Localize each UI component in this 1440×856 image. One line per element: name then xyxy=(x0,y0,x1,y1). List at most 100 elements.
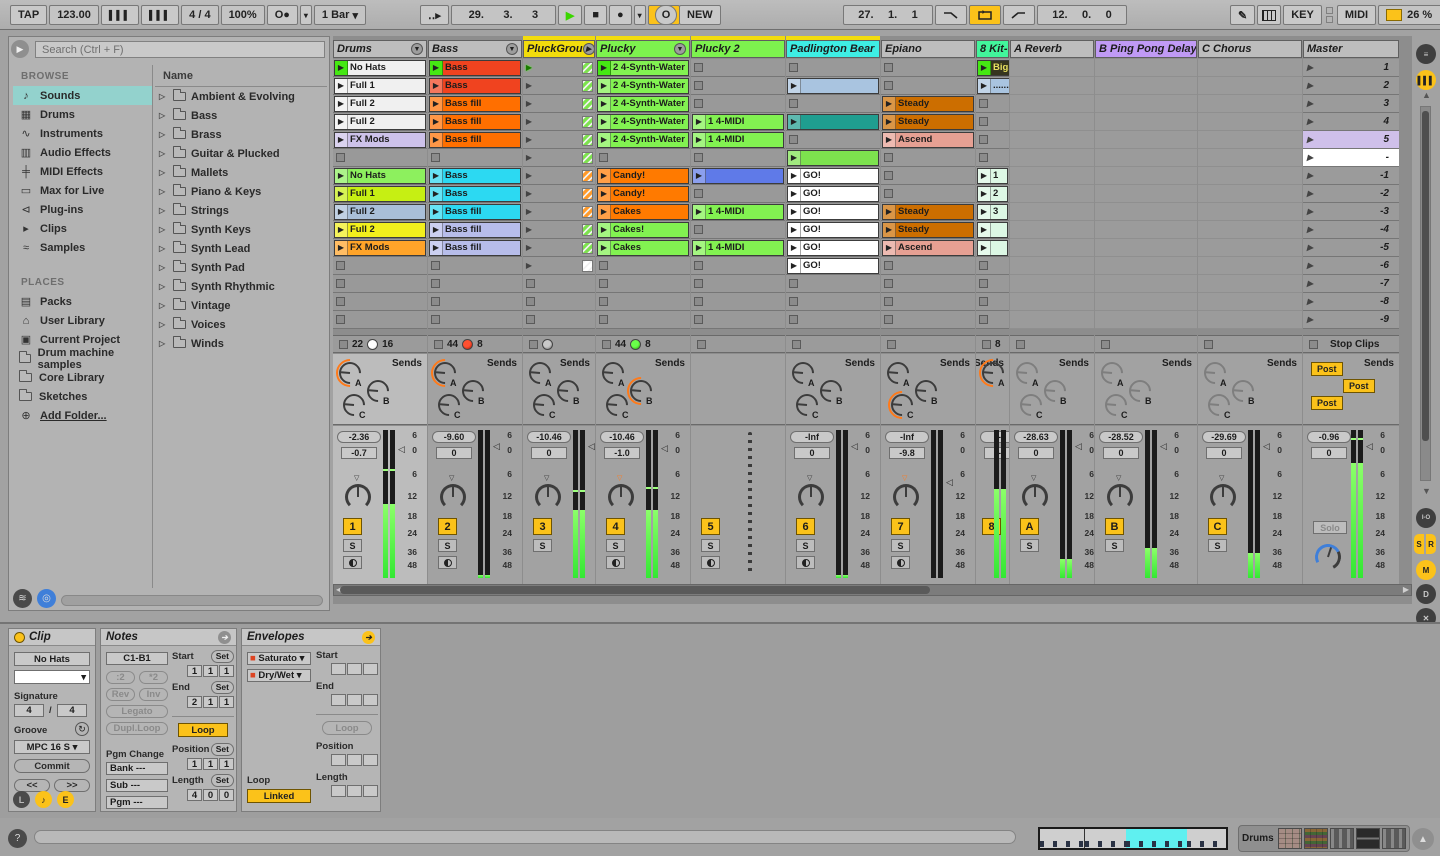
clip-slot[interactable]: ▶ xyxy=(523,203,595,221)
clip-slot[interactable]: ▶Full 2 xyxy=(333,203,427,221)
length-sixteenth[interactable]: 0 xyxy=(219,789,234,801)
clip-slot[interactable] xyxy=(596,293,690,311)
pan-knob[interactable] xyxy=(893,484,919,510)
clip-slot[interactable] xyxy=(976,131,1009,149)
clip-slot[interactable] xyxy=(976,293,1009,311)
scene-launch-icon[interactable]: ▶ xyxy=(1303,279,1317,288)
arm-button[interactable] xyxy=(891,556,910,569)
set-end-button[interactable]: Set xyxy=(211,681,234,694)
clip-slot[interactable] xyxy=(1010,275,1094,293)
stop-all-clips-button[interactable] xyxy=(339,340,348,349)
clip-slot[interactable] xyxy=(1010,113,1094,131)
clip[interactable]: ▶Candy! xyxy=(597,186,689,202)
sidebar-item-sounds[interactable]: ♪Sounds xyxy=(13,86,152,105)
clip-slot[interactable] xyxy=(691,77,785,95)
scene-slot[interactable]: ▶-2 xyxy=(1303,185,1399,203)
clip[interactable]: ▶Steady xyxy=(882,96,974,112)
clip[interactable]: ▶Bass xyxy=(429,78,521,94)
clip-slot[interactable]: ▶Full 2 xyxy=(333,95,427,113)
track-activator[interactable]: 4 xyxy=(606,518,625,535)
group-slot-play-icon[interactable]: ▶ xyxy=(523,171,535,180)
clip-slot[interactable]: ▶1 4-MIDI xyxy=(691,131,785,149)
browser-folder-row[interactable]: ▷Winds xyxy=(155,334,327,353)
arm-button[interactable] xyxy=(343,556,362,569)
follow-button[interactable]: ‥▸ xyxy=(420,5,449,25)
clip-play-icon[interactable]: ▶ xyxy=(598,97,611,111)
clip-slot[interactable] xyxy=(786,293,880,311)
clip-stop-button[interactable] xyxy=(884,81,893,90)
clip-slot[interactable] xyxy=(1095,95,1197,113)
track-header[interactable]: Bass▼ xyxy=(428,40,522,58)
clip-slot[interactable] xyxy=(1198,77,1302,95)
clip-slot[interactable] xyxy=(1198,293,1302,311)
clip-stop-button[interactable] xyxy=(694,189,703,198)
duplicate-loop-button[interactable]: Dupl.Loop xyxy=(106,722,168,735)
places-item-sketches[interactable]: Sketches xyxy=(13,387,152,406)
clip-stop-button[interactable] xyxy=(599,153,608,162)
volume-fader-handle[interactable]: ◁ xyxy=(1263,441,1270,452)
clip-slot[interactable] xyxy=(333,149,427,167)
loop-length-field[interactable]: 12.0.0 xyxy=(1037,5,1127,25)
sidebar-item-audio-effects[interactable]: ▥Audio Effects xyxy=(13,143,152,162)
clip-stop-button[interactable] xyxy=(431,153,440,162)
launch-box-toggle[interactable]: L xyxy=(13,791,30,808)
clip-play-icon[interactable]: ▶ xyxy=(598,205,611,219)
clip-slot[interactable]: ▶GO! xyxy=(786,203,880,221)
clip-slot[interactable]: ▶No Hats xyxy=(333,167,427,185)
clip[interactable]: ▶ xyxy=(787,150,879,166)
clip-playing-icon[interactable]: ▶ xyxy=(335,61,348,75)
clip-color-chooser[interactable]: ▾ xyxy=(14,670,90,684)
clip[interactable]: ▶Bass fill xyxy=(429,114,521,130)
track-header[interactable]: Drums▼ xyxy=(333,40,427,58)
clip-slot[interactable] xyxy=(691,257,785,275)
clip-stop-button[interactable] xyxy=(979,135,988,144)
clip-stop-button[interactable] xyxy=(336,297,345,306)
clip-slot[interactable] xyxy=(1095,293,1197,311)
clip-slot[interactable]: ▶ xyxy=(523,131,595,149)
clip-slot[interactable] xyxy=(1095,131,1197,149)
clip-play-icon[interactable]: ▶ xyxy=(788,115,801,129)
track-fold-icon[interactable]: ▶ xyxy=(583,43,595,55)
clip[interactable]: ▶2 4-Synth-Water xyxy=(597,114,689,130)
clip[interactable]: ▶Bass fill xyxy=(429,96,521,112)
track-activator[interactable]: 6 xyxy=(796,518,815,535)
clip-slot[interactable] xyxy=(691,221,785,239)
info-view-toggle[interactable]: ? xyxy=(8,829,27,848)
clip-slot[interactable]: ▶Big. xyxy=(976,59,1009,77)
pan-knob[interactable] xyxy=(1107,484,1133,510)
scene-launch-icon[interactable]: ▶ xyxy=(1303,99,1317,108)
clip-slot[interactable] xyxy=(523,311,595,329)
solo-button[interactable]: S xyxy=(891,539,910,552)
pan-knob[interactable] xyxy=(345,484,371,510)
track-activator[interactable]: C xyxy=(1208,518,1227,535)
stop-all-clips-button[interactable] xyxy=(1101,340,1110,349)
scene-slot[interactable]: ▶-4 xyxy=(1303,221,1399,239)
clip[interactable]: ▶ xyxy=(787,114,879,130)
peak-level-field[interactable]: -10.46 xyxy=(600,431,644,443)
clip[interactable]: ▶GO! xyxy=(787,240,879,256)
new-button[interactable]: NEW xyxy=(679,5,721,25)
loop-toggle-button[interactable]: Loop xyxy=(178,723,228,737)
clip-slot[interactable]: ▶Bass fill xyxy=(428,221,522,239)
set-position-button[interactable]: Set xyxy=(211,743,234,756)
clip[interactable]: ▶Steady xyxy=(882,204,974,220)
clip-stop-button[interactable] xyxy=(694,63,703,72)
clip-stop-button[interactable] xyxy=(789,279,798,288)
peak-level-field[interactable]: -29.69 xyxy=(1202,431,1246,443)
clip-stop-button[interactable] xyxy=(979,153,988,162)
record-menu-arrow[interactable]: ▾ xyxy=(634,5,646,25)
solo-button[interactable]: S xyxy=(1208,539,1227,552)
clip-playing-icon[interactable]: ▶ xyxy=(430,61,443,75)
clip-slot[interactable] xyxy=(1198,95,1302,113)
track-activator[interactable]: 2 xyxy=(438,518,457,535)
clip-stop-button[interactable] xyxy=(526,297,535,306)
stop-all-clips-button[interactable] xyxy=(887,340,896,349)
computer-midi-keyboard-button[interactable] xyxy=(1257,5,1281,25)
clip[interactable]: ▶ xyxy=(977,222,1008,238)
group-slot-play-icon[interactable]: ▶ xyxy=(523,153,535,162)
solo-button[interactable]: S xyxy=(701,539,720,552)
clip-stop-button[interactable] xyxy=(884,279,893,288)
clip-stop-button[interactable] xyxy=(979,279,988,288)
env-end-beat[interactable] xyxy=(347,694,362,706)
clip-play-icon[interactable]: ▶ xyxy=(978,241,991,255)
